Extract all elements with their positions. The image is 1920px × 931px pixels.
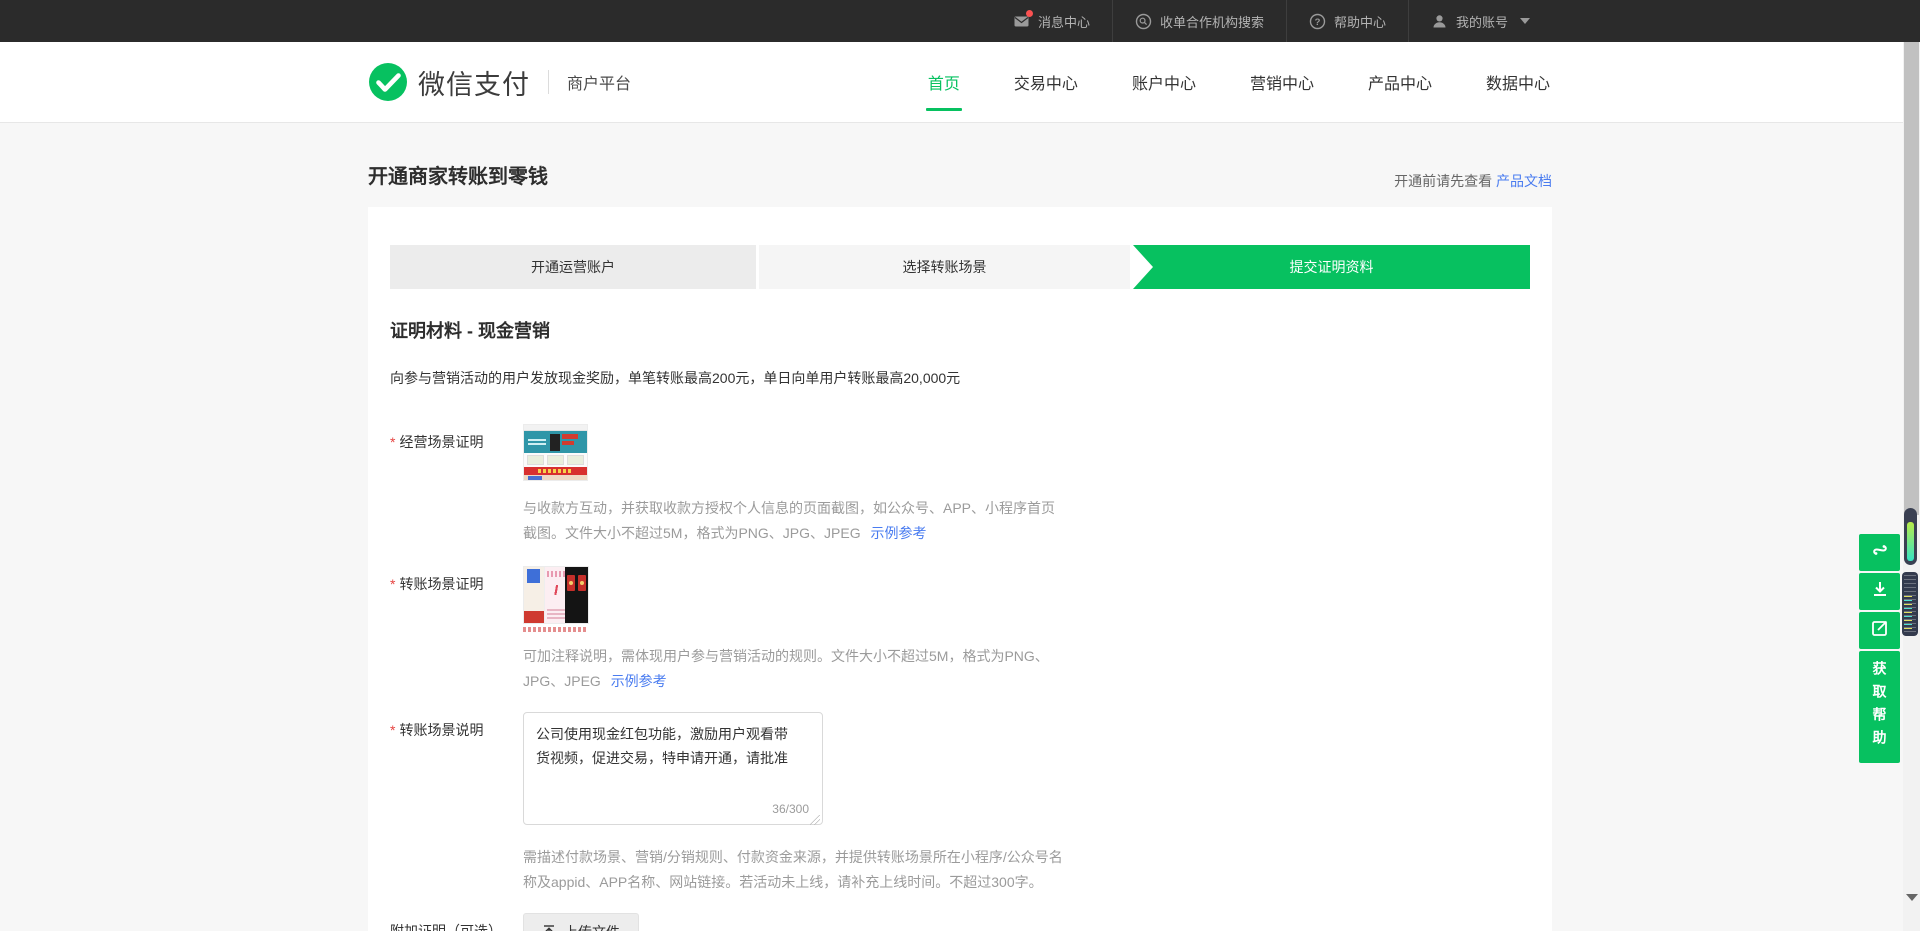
unread-badge-dot <box>1026 10 1033 17</box>
form-card: 开通运营账户 选择转账场景 提交证明资料 证明材料 - 现金营销 向参与营销活动… <box>368 207 1552 931</box>
required-asterisk: * <box>390 722 395 738</box>
topbar-item-acquirer-search[interactable]: 收单合作机构搜索 <box>1112 0 1286 42</box>
scroll-down-arrow-icon[interactable] <box>1906 894 1918 901</box>
link-icon <box>1870 540 1890 565</box>
doc-note-text: 开通前请先查看 <box>1394 173 1492 189</box>
mail-icon <box>1013 13 1030 30</box>
topbar-item-label: 消息中心 <box>1038 12 1090 31</box>
nav-item-account[interactable]: 账户中心 <box>1130 68 1198 96</box>
user-icon <box>1431 13 1448 30</box>
search-icon <box>1135 13 1152 30</box>
download-button[interactable] <box>1859 573 1900 610</box>
field-label-text: 经营场景证明 <box>399 434 483 450</box>
section-desc: 向参与营销活动的用户发放现金奖励，单笔转账最高200元，单日向单用户转账最高20… <box>390 368 1530 388</box>
form-row-transfer-desc: *转账场景说明 公司使用现金红包功能，激励用户观看带 货视频，促进交易，特申请开… <box>390 712 1530 895</box>
upload-icon <box>542 924 556 931</box>
field-label-text: 附加证明（可选） <box>390 923 502 931</box>
quick-link-button[interactable] <box>1859 534 1900 571</box>
caret-down-icon <box>1520 18 1530 24</box>
nav-item-products[interactable]: 产品中心 <box>1366 68 1434 96</box>
brand-logo-area[interactable]: 微信支付 商户平台 <box>368 62 631 102</box>
step-submit-proof: 提交证明资料 <box>1133 245 1530 289</box>
section-title: 证明材料 - 现金营销 <box>390 319 1530 344</box>
feedback-button[interactable] <box>1859 612 1900 649</box>
proof-form: *经营场景证明 <box>390 424 1530 931</box>
example-reference-link[interactable]: 示例参考 <box>611 673 667 689</box>
edit-icon <box>1870 618 1890 643</box>
transfer-scene-textarea[interactable]: 公司使用现金红包功能，激励用户观看带 货视频，促进交易，特申请开通，请批准 <box>523 712 823 825</box>
field-hint: 需描述付款场景、营销/分销规则、付款资金来源，并提供转账场景所在小程序/公众号名… <box>523 845 1063 895</box>
topbar-item-my-account[interactable]: 我的账号 <box>1408 0 1552 42</box>
step-open-account: 开通运营账户 <box>390 245 756 289</box>
example-reference-link[interactable]: 示例参考 <box>870 525 926 541</box>
topbar-item-messages[interactable]: 消息中心 <box>991 0 1112 42</box>
header: 微信支付 商户平台 首页 交易中心 账户中心 营销中心 产品中心 数据中心 <box>0 42 1920 123</box>
field-label: *转账场景证明 <box>390 566 523 694</box>
field-label: *转账场景说明 <box>390 712 523 895</box>
main-nav: 首页 交易中心 账户中心 营销中心 产品中心 数据中心 <box>926 68 1552 96</box>
get-help-button[interactable]: 获取帮助 <box>1859 651 1900 763</box>
topbar: 消息中心 收单合作机构搜索 ? 帮助中心 我的账号 <box>0 0 1920 42</box>
scrollbar-track[interactable] <box>1903 42 1920 931</box>
download-icon <box>1870 579 1890 604</box>
doc-note: 开通前请先查看 产品文档 <box>1394 171 1552 191</box>
field-label-text: 转账场景说明 <box>399 722 483 738</box>
step-indicator: 开通运营账户 选择转账场景 提交证明资料 <box>390 245 1530 289</box>
topbar-item-label: 收单合作机构搜索 <box>1160 12 1264 31</box>
transfer-proof-image <box>523 566 589 624</box>
topbar-item-label: 帮助中心 <box>1334 12 1386 31</box>
scrollbar-thumb[interactable] <box>1904 42 1919 515</box>
nav-item-transactions[interactable]: 交易中心 <box>1012 68 1080 96</box>
get-help-label: 获取帮助 <box>1870 661 1890 753</box>
field-label: 附加证明（可选） <box>390 913 523 931</box>
required-asterisk: * <box>390 576 395 592</box>
field-label: *经营场景证明 <box>390 424 523 546</box>
field-hint: 可加注释说明，需体现用户参与营销活动的规则。文件大小不超过5M，格式为PNG、J… <box>523 644 1063 694</box>
field-hint: 与收款方互动，并获取收款方授权个人信息的页面截图，如公众号、APP、小程序首页截… <box>523 496 1063 546</box>
floating-toolbar: 获取帮助 <box>1859 534 1900 763</box>
form-row-extra-proof: 附加证明（可选） 上传文件 <box>390 913 1530 931</box>
upload-file-button[interactable]: 上传文件 <box>523 913 639 931</box>
transfer-proof-thumbnail[interactable] <box>523 566 588 632</box>
step-choose-scene: 选择转账场景 <box>759 245 1130 289</box>
nav-item-home[interactable]: 首页 <box>926 68 962 96</box>
brand-name: 微信支付 <box>418 63 530 102</box>
topbar-item-label: 我的账号 <box>1456 12 1508 31</box>
product-doc-link[interactable]: 产品文档 <box>1496 173 1552 189</box>
scroll-marker-striped <box>1902 572 1918 636</box>
upload-button-label: 上传文件 <box>564 922 620 931</box>
svg-text:?: ? <box>1315 17 1321 28</box>
field-hint-text: 可加注释说明，需体现用户参与营销活动的规则。文件大小不超过5M，格式为PNG、J… <box>523 648 1049 689</box>
platform-name: 商户平台 <box>567 70 631 94</box>
business-proof-thumbnail[interactable] <box>523 424 588 481</box>
topbar-item-help-center[interactable]: ? 帮助中心 <box>1286 0 1408 42</box>
scroll-marker-gradient <box>1904 508 1917 565</box>
thumbnail-annotation <box>523 627 587 632</box>
help-icon: ? <box>1309 13 1326 30</box>
brand-divider <box>548 70 549 94</box>
page-title: 开通商家转账到零钱 <box>368 163 548 191</box>
main-content: 开通商家转账到零钱 开通前请先查看 产品文档 开通运营账户 选择转账场景 提交证… <box>0 123 1920 931</box>
field-hint-text: 与收款方互动，并获取收款方授权个人信息的页面截图，如公众号、APP、小程序首页截… <box>523 500 1055 541</box>
nav-item-marketing[interactable]: 营销中心 <box>1248 68 1316 96</box>
page: 消息中心 收单合作机构搜索 ? 帮助中心 我的账号 <box>0 0 1920 931</box>
nav-item-data[interactable]: 数据中心 <box>1484 68 1552 96</box>
wechat-pay-logo-icon <box>368 62 408 102</box>
required-asterisk: * <box>390 434 395 450</box>
form-row-transfer-proof: *转账场景证明 <box>390 566 1530 694</box>
business-proof-image <box>523 424 588 481</box>
field-label-text: 转账场景证明 <box>399 576 483 592</box>
form-row-business-proof: *经营场景证明 <box>390 424 1530 546</box>
